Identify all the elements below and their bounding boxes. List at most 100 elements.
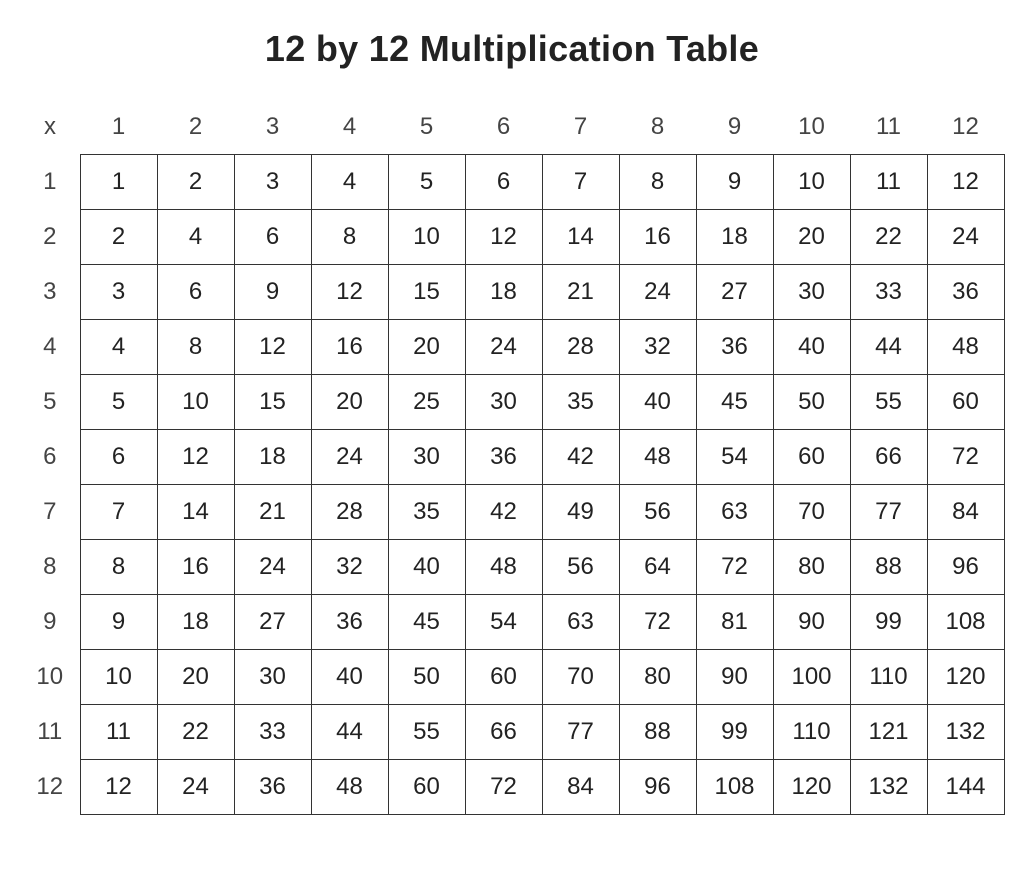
cell: 70 [542,650,619,705]
cell: 25 [388,375,465,430]
cell: 50 [388,650,465,705]
col-header: 3 [234,100,311,155]
cell: 2 [80,210,157,265]
cell: 42 [465,485,542,540]
cell: 24 [927,210,1004,265]
row-header: 5 [20,375,80,430]
cell: 32 [311,540,388,595]
cell: 36 [465,430,542,485]
cell: 48 [619,430,696,485]
table-row: 9 9 18 27 36 45 54 63 72 81 90 99 108 [20,595,1004,650]
col-header: 10 [773,100,850,155]
col-header: 12 [927,100,1004,155]
cell: 10 [388,210,465,265]
cell: 144 [927,760,1004,815]
cell: 100 [773,650,850,705]
cell: 35 [388,485,465,540]
cell: 36 [927,265,1004,320]
cell: 77 [542,705,619,760]
cell: 1 [80,155,157,210]
cell: 63 [696,485,773,540]
cell: 64 [619,540,696,595]
cell: 24 [157,760,234,815]
cell: 48 [311,760,388,815]
cell: 28 [311,485,388,540]
cell: 8 [157,320,234,375]
cell: 4 [311,155,388,210]
cell: 18 [157,595,234,650]
cell: 72 [927,430,1004,485]
cell: 99 [850,595,927,650]
cell: 9 [234,265,311,320]
cell: 6 [465,155,542,210]
cell: 5 [388,155,465,210]
cell: 12 [311,265,388,320]
col-header: 9 [696,100,773,155]
cell: 22 [850,210,927,265]
cell: 9 [80,595,157,650]
cell: 49 [542,485,619,540]
cell: 12 [465,210,542,265]
row-header: 12 [20,760,80,815]
cell: 40 [619,375,696,430]
cell: 14 [542,210,619,265]
cell: 60 [773,430,850,485]
cell: 16 [311,320,388,375]
cell: 120 [927,650,1004,705]
cell: 56 [542,540,619,595]
cell: 72 [619,595,696,650]
cell: 60 [465,650,542,705]
col-header: 1 [80,100,157,155]
cell: 16 [157,540,234,595]
cell: 4 [80,320,157,375]
cell: 21 [542,265,619,320]
cell: 36 [234,760,311,815]
cell: 35 [542,375,619,430]
cell: 66 [850,430,927,485]
cell: 96 [927,540,1004,595]
cell: 72 [465,760,542,815]
cell: 30 [234,650,311,705]
cell: 18 [465,265,542,320]
cell: 14 [157,485,234,540]
cell: 6 [234,210,311,265]
cell: 132 [850,760,927,815]
cell: 36 [696,320,773,375]
cell: 33 [850,265,927,320]
table-row: 4 4 8 12 16 20 24 28 32 36 40 44 48 [20,320,1004,375]
cell: 24 [465,320,542,375]
cell: 48 [465,540,542,595]
page-title: 12 by 12 Multiplication Table [20,28,1004,70]
cell: 90 [696,650,773,705]
col-header: 5 [388,100,465,155]
table-row: 8 8 16 24 32 40 48 56 64 72 80 88 96 [20,540,1004,595]
col-header: 11 [850,100,927,155]
cell: 108 [927,595,1004,650]
cell: 120 [773,760,850,815]
cell: 60 [388,760,465,815]
cell: 55 [850,375,927,430]
cell: 4 [157,210,234,265]
cell: 12 [927,155,1004,210]
cell: 3 [80,265,157,320]
cell: 15 [388,265,465,320]
cell: 55 [388,705,465,760]
cell: 45 [388,595,465,650]
cell: 66 [465,705,542,760]
cell: 44 [311,705,388,760]
cell: 16 [619,210,696,265]
cell: 40 [388,540,465,595]
cell: 5 [80,375,157,430]
cell: 110 [773,705,850,760]
row-header: 4 [20,320,80,375]
cell: 60 [927,375,1004,430]
cell: 54 [465,595,542,650]
table-row: 12 12 24 36 48 60 72 84 96 108 120 132 1… [20,760,1004,815]
cell: 42 [542,430,619,485]
cell: 20 [157,650,234,705]
row-header: 10 [20,650,80,705]
row-header: 8 [20,540,80,595]
cell: 40 [311,650,388,705]
cell: 24 [234,540,311,595]
row-header: 11 [20,705,80,760]
